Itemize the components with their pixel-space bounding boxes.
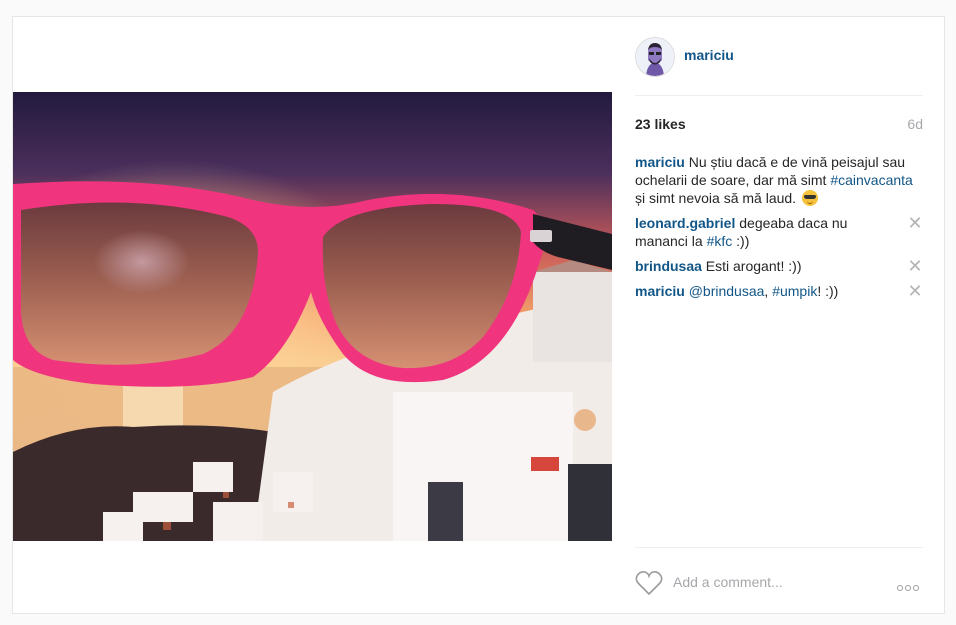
comments-list: mariciu Nu știu dacă e de vină peisajul … <box>635 153 923 307</box>
comment-text: ! :)) <box>817 283 839 299</box>
post-sidebar: mariciu 23 likes 6d mariciu Nu știu dacă… <box>635 17 923 613</box>
list-item: brindusaa Esti arogant! :)) ✕ <box>635 257 923 275</box>
more-options-icon[interactable] <box>897 578 923 591</box>
close-icon[interactable]: ✕ <box>907 214 923 232</box>
post-actions <box>635 547 923 616</box>
list-item: leonard.gabriel degeaba daca nu mananci … <box>635 214 923 250</box>
comment-text: și simt nevoia să mă laud. <box>635 190 800 206</box>
heart-outline-icon[interactable] <box>635 570 663 596</box>
caption: mariciu Nu știu dacă e de vină peisajul … <box>635 153 923 207</box>
comment-author[interactable]: leonard.gabriel <box>635 215 735 231</box>
comment-author[interactable]: mariciu <box>635 154 685 170</box>
mention-link[interactable]: @brindusaa <box>685 283 765 299</box>
hashtag-link[interactable]: #cainvacanta <box>830 172 913 188</box>
post-author-username[interactable]: mariciu <box>684 47 734 63</box>
comment-author[interactable]: brindusaa <box>635 258 702 274</box>
comment-text: Esti arogant! :)) <box>701 258 802 274</box>
list-item: mariciu @brindusaa, #umpik! :)) ✕ <box>635 282 923 300</box>
post-age[interactable]: 6d <box>907 116 923 132</box>
hashtag-link[interactable]: #umpik <box>772 283 817 299</box>
avatar[interactable] <box>635 37 675 77</box>
comment-text: :)) <box>732 233 750 249</box>
close-icon[interactable]: ✕ <box>907 282 923 300</box>
sunglasses-emoji-icon <box>801 190 818 206</box>
likes-count[interactable]: 23 likes <box>635 116 686 132</box>
post-card: mariciu 23 likes 6d mariciu Nu știu dacă… <box>12 16 945 614</box>
post-header: mariciu <box>635 17 923 96</box>
add-comment-input[interactable] <box>673 572 893 592</box>
post-photo[interactable] <box>13 92 612 541</box>
comment-author[interactable]: mariciu <box>635 283 685 299</box>
hashtag-link[interactable]: #kfc <box>707 233 733 249</box>
close-icon[interactable]: ✕ <box>907 257 923 275</box>
